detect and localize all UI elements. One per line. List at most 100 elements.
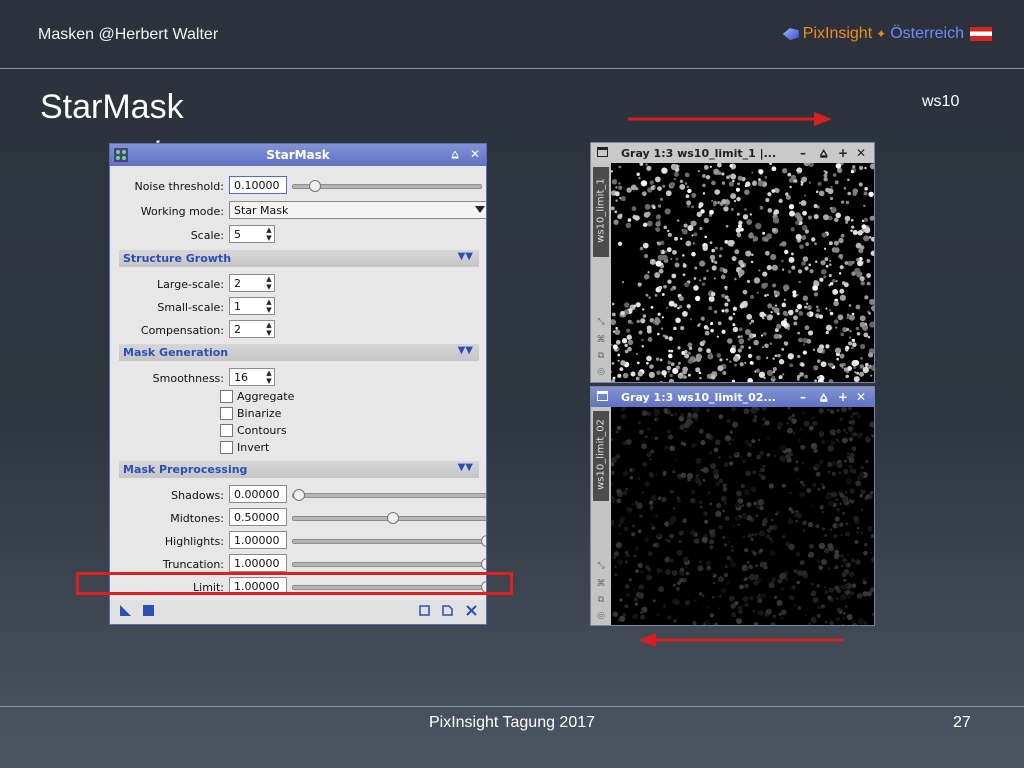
new-instance-icon[interactable] [120,605,131,616]
reset-icon[interactable] [466,605,477,616]
shade-icon[interactable]: ⩠ [448,147,462,161]
clone-icon[interactable]: ⧉ [596,595,606,605]
clone-icon[interactable]: ⧉ [596,351,606,361]
star-dot [782,310,788,316]
close-icon[interactable]: ✕ [856,390,866,404]
preview-1-titlebar[interactable]: Gray 1:3 ws10_limit_1 |... – ⩠ + ✕ [591,143,874,163]
star-dot [624,550,629,555]
star-dot [705,433,711,439]
star-dot [871,434,874,438]
noise-threshold-slider[interactable] [292,180,482,192]
fit-view-icon[interactable]: ⤡ [596,561,606,571]
star-dot [642,440,645,443]
star-dot [828,273,832,278]
star-dot [718,594,723,598]
star-dot [676,496,680,500]
highlights-input[interactable]: 1.00000 [229,531,287,549]
minimize-icon[interactable]: – [800,146,806,160]
midtones-knob[interactable] [387,512,399,524]
noise-threshold-knob[interactable] [309,180,322,192]
star-dot [725,580,730,585]
shadows-knob[interactable] [293,489,305,501]
close-icon[interactable]: ✕ [856,146,866,160]
section-structure-growth[interactable]: Structure Growth ▼▼ [119,250,479,267]
browse-documentation-icon[interactable] [419,605,430,616]
star-dot [755,222,762,230]
close-icon[interactable]: ✕ [468,147,482,161]
collapse-icon[interactable]: ▼▼ [458,345,473,356]
preview-1-image[interactable] [611,163,874,382]
spinner-arrows-icon[interactable]: ▲ ▼ [263,275,275,291]
star-dot [760,475,766,481]
star-dot [835,596,840,601]
truncation-input[interactable]: 1.00000 [229,554,287,572]
star-dot [744,361,747,365]
star-dot [814,379,818,382]
preview-2-id-tab[interactable]: ws10_limit_02 [593,411,609,501]
star-dot [810,442,818,450]
shade-icon[interactable]: ⩠ [820,146,827,161]
highlights-slider[interactable] [292,535,486,547]
shade-icon[interactable]: ⩠ [820,390,827,405]
shadows-slider[interactable] [292,489,486,501]
star-dot [728,442,732,446]
target-icon[interactable]: ◎ [596,367,606,377]
zoom-icon[interactable]: ⌘ [596,335,606,345]
minimize-icon[interactable]: – [800,390,806,404]
checkbox-box[interactable] [220,407,233,420]
star-dot [661,370,667,376]
working-mode-select[interactable]: Star Mask [229,201,486,219]
target-icon[interactable]: ◎ [596,611,606,621]
fit-view-icon[interactable]: ⤡ [596,317,606,327]
preview-window-2[interactable]: Gray 1:3 ws10_limit_02... – ⩠ + ✕ ws10_l… [590,386,875,626]
apply-square-icon[interactable] [143,605,154,616]
midtones-slider[interactable] [292,512,486,524]
maximize-icon[interactable]: + [838,390,848,404]
star-dot [841,366,844,369]
spinner-arrows-icon[interactable]: ▲ ▼ [263,369,275,385]
truncation-knob[interactable] [481,558,486,570]
star-dot [794,179,798,183]
preview-2-image[interactable] [611,407,874,626]
star-dot [714,439,721,446]
section-mask-generation[interactable]: Mask Generation ▼▼ [119,344,479,361]
zoom-icon[interactable]: ⌘ [596,579,606,589]
preview-window-1[interactable]: Gray 1:3 ws10_limit_1 |... – ⩠ + ✕ ws10_… [590,142,875,383]
star-dot [787,269,792,274]
dialog-titlebar[interactable]: StarMask ⩠ ✕ [110,144,486,166]
star-dot [797,354,801,359]
spinner-arrows-icon[interactable]: ▲ ▼ [263,298,275,314]
star-dot [683,422,690,429]
checkbox-box[interactable] [220,441,233,454]
midtones-input[interactable]: 0.50000 [229,508,287,526]
maximize-icon[interactable]: + [838,146,848,160]
star-dot [731,256,737,262]
noise-threshold-input[interactable]: 0.10000 [229,176,287,194]
star-dot [714,246,718,250]
checkbox-box[interactable] [220,424,233,437]
smoothness-label: Smoothness: [152,372,224,385]
section-mask-preprocessing[interactable]: Mask Preprocessing ▼▼ [119,461,479,478]
spinner-arrows-icon[interactable]: ▲ ▼ [263,321,275,337]
star-dot [757,180,764,187]
star-dot [647,574,653,580]
star-dot [817,605,821,610]
star-dot [770,253,777,261]
edit-instance-icon[interactable] [442,605,453,616]
star-dot [804,614,808,617]
preview-2-titlebar[interactable]: Gray 1:3 ws10_limit_02... – ⩠ + ✕ [591,387,874,407]
checkbox-box[interactable] [220,390,233,403]
star-dot [759,561,766,568]
highlights-knob[interactable] [481,535,486,547]
star-dot [797,171,800,174]
spinner-arrows-icon[interactable]: ▲ ▼ [263,226,275,242]
star-dot [710,374,716,380]
collapse-icon[interactable]: ▼▼ [458,462,473,473]
collapse-icon[interactable]: ▼▼ [458,251,473,262]
shadows-input[interactable]: 0.00000 [229,485,287,503]
star-dot [850,620,854,623]
preview-1-id-tab[interactable]: ws10_limit_1 [593,167,609,257]
truncation-slider[interactable] [292,558,486,570]
star-dot [646,220,653,227]
star-dot [729,558,734,562]
